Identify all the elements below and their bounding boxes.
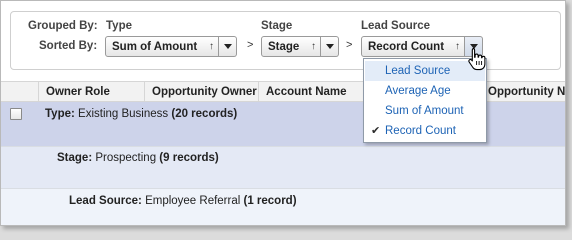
checkmark-icon: ✔ [371, 125, 381, 137]
sort-direction-icon: ↑ [455, 41, 460, 52]
sort-value-lead-source: Record Count [368, 40, 445, 53]
sort-control-lead-source: Record Count ↑ [361, 36, 483, 57]
sort-control-type: Sum of Amount ↑ [105, 36, 237, 57]
menu-item-record-count[interactable]: ✔ Record Count [365, 121, 485, 141]
hand-cursor-icon [468, 47, 486, 71]
sort-direction-icon: ↑ [311, 41, 316, 52]
group-row-lead-source: Lead Source: Employee Referral (1 record… [1, 189, 565, 225]
menu-item-average-age[interactable]: Average Age [365, 81, 485, 101]
group-lead-source-label: Lead Source: [69, 195, 142, 207]
group-row-stage: Stage: Prospecting (9 records) [1, 147, 565, 189]
menu-item-sum-of-amount[interactable]: Sum of Amount [365, 101, 485, 121]
group-stage-count: (9 records) [159, 152, 219, 164]
report-window: Grouped By: Sorted By: Type Sum of Amoun… [0, 0, 566, 226]
menu-item-label: Average Age [385, 85, 451, 97]
menu-item-label: Lead Source [385, 65, 451, 77]
sort-button-lead-source[interactable]: Record Count ↑ [361, 36, 465, 57]
group-row-type-text: Type: Existing Business (20 records) [45, 108, 237, 120]
group-header-stage: Stage [261, 20, 293, 32]
group-header-lead-source: Lead Source [361, 20, 431, 32]
group-type-label: Type: [45, 108, 75, 120]
sort-control-stage: Stage ↑ [261, 36, 339, 57]
group-row-lead-source-text: Lead Source: Employee Referral (1 record… [69, 195, 297, 207]
sort-button-stage[interactable]: Stage ↑ [261, 36, 321, 57]
group-lead-source-count: (1 record) [243, 195, 297, 207]
group-lead-source-value: Employee Referral [145, 195, 241, 207]
column-header-opportunity-owner[interactable]: Opportunity Owner [144, 82, 258, 102]
menu-item-label: Sum of Amount [385, 105, 464, 117]
group-stage-value: Prospecting [95, 152, 157, 164]
dropdown-button-type[interactable] [219, 36, 237, 57]
group-stage-label: Stage: [57, 152, 93, 164]
sort-direction-icon: ↑ [209, 41, 214, 52]
chevron-down-icon [325, 44, 334, 49]
menu-item-label: Record Count [385, 125, 456, 137]
separator-icon: > [346, 39, 353, 51]
row-checkbox[interactable] [10, 108, 22, 120]
group-header-type: Type [106, 20, 132, 32]
dropdown-button-stage[interactable] [321, 36, 339, 57]
sort-value-type: Sum of Amount [112, 40, 198, 53]
sorted-by-label: Sorted By: [39, 40, 98, 52]
sort-value-stage: Stage [268, 40, 300, 53]
sort-button-type[interactable]: Sum of Amount ↑ [105, 36, 219, 57]
grouped-by-label: Grouped By: [28, 20, 98, 32]
separator-icon: > [247, 39, 254, 51]
column-header-owner-role[interactable]: Owner Role [38, 82, 144, 102]
group-type-value: Existing Business [78, 108, 169, 120]
group-type-count: (20 records) [171, 108, 238, 120]
chevron-down-icon [223, 44, 232, 49]
column-header-account-name[interactable]: Account Name [258, 82, 364, 102]
group-row-stage-text: Stage: Prospecting (9 records) [57, 152, 219, 164]
